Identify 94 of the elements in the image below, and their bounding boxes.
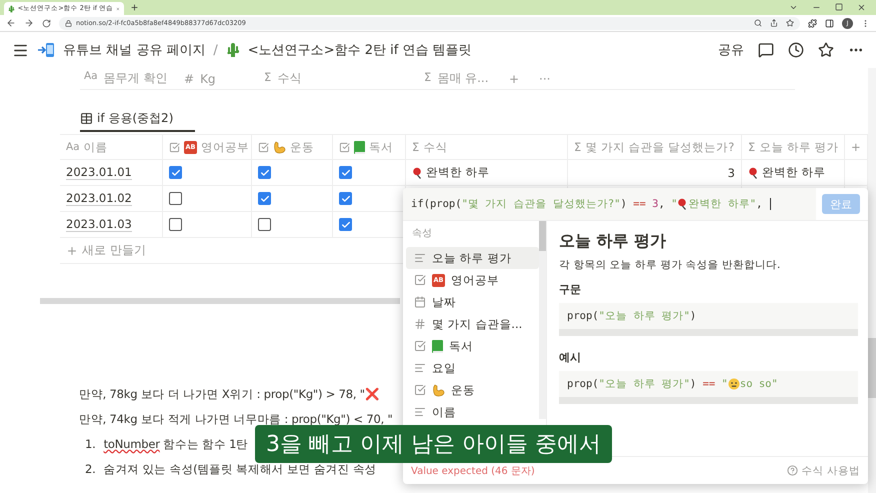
flexed-arm-icon bbox=[273, 140, 286, 154]
property-item[interactable]: 몇 가지 습관을... bbox=[406, 313, 539, 335]
breadcrumb-separator: / bbox=[213, 42, 218, 58]
close-icon[interactable] bbox=[857, 3, 866, 12]
extensions-icon[interactable] bbox=[808, 18, 817, 28]
maximize-icon[interactable] bbox=[835, 3, 843, 11]
formula-value: 완벽한 하루 bbox=[426, 165, 490, 180]
example-label: 예시 bbox=[559, 350, 582, 365]
column-type-icon: Σ bbox=[424, 70, 432, 87]
property-item[interactable]: 운동 bbox=[406, 379, 539, 401]
checkbox-icon bbox=[169, 142, 180, 152]
checkbox[interactable] bbox=[169, 166, 182, 179]
flexed-arm-icon bbox=[432, 384, 445, 396]
list-item-text: 숨겨져 있는 속성(템플릿 복제해서 보면 숨겨진 속성 bbox=[104, 461, 376, 477]
rating-value: 완벽한 하루 bbox=[762, 165, 826, 180]
history-icon[interactable] bbox=[788, 42, 804, 58]
property-item[interactable]: 날짜 bbox=[406, 291, 539, 313]
checkbox[interactable] bbox=[339, 218, 352, 231]
side-panel-icon[interactable] bbox=[825, 18, 834, 28]
back-icon[interactable] bbox=[6, 18, 16, 28]
bookmark-star-icon[interactable] bbox=[786, 19, 794, 27]
paragraph: 만약, 78kg 보다 더 나가면 X위기 : prop("Kg") > 78, "❌ bbox=[79, 386, 379, 402]
name-cell: 2023.01.02 bbox=[60, 186, 163, 212]
property-item[interactable]: 오늘 하루 평가 bbox=[406, 247, 539, 269]
column-type-icon: Aa bbox=[66, 141, 80, 153]
list-scrollbar[interactable] bbox=[539, 221, 546, 419]
checkbox-icon bbox=[414, 340, 426, 352]
list-item-text: toNumber 함수는 함수 1탄 bbox=[104, 436, 248, 452]
checkbox-icon bbox=[258, 142, 269, 152]
horizontal-scrollbar[interactable] bbox=[40, 298, 400, 304]
column-type-icon: Σ bbox=[264, 70, 272, 87]
property-title: 오늘 하루 평가 bbox=[559, 231, 668, 252]
hash-icon bbox=[414, 318, 426, 330]
checkbox[interactable] bbox=[169, 192, 182, 205]
checkbox-icon bbox=[414, 384, 426, 396]
book-icon bbox=[432, 340, 443, 352]
phone-arrow-icon bbox=[37, 42, 55, 58]
list-number: 1. bbox=[85, 436, 96, 452]
section-label: 속성 bbox=[411, 227, 433, 241]
checkbox[interactable] bbox=[258, 192, 271, 205]
property-item[interactable]: 요일 bbox=[406, 357, 539, 379]
column-type-icon: Aa bbox=[84, 70, 98, 87]
breadcrumb-link[interactable]: 유튜브 채널 공유 페이지 bbox=[63, 41, 206, 59]
syntax-code: prop("오늘 하루 평가") bbox=[559, 303, 858, 336]
view-tab[interactable]: if 응용(중첩2) bbox=[80, 107, 195, 132]
comment-icon[interactable] bbox=[758, 42, 774, 58]
pin-icon bbox=[677, 198, 688, 210]
checkbox-icon bbox=[339, 142, 350, 152]
smiley-icon bbox=[728, 378, 740, 390]
text-lines-icon bbox=[414, 406, 426, 418]
checkbox[interactable] bbox=[169, 218, 182, 231]
page-scrollbar[interactable] bbox=[868, 68, 876, 493]
help-icon bbox=[786, 465, 798, 476]
new-tab-icon[interactable] bbox=[130, 3, 139, 12]
pin-icon bbox=[748, 166, 759, 178]
table-icon bbox=[80, 112, 93, 125]
lock-icon bbox=[65, 20, 72, 26]
paragraph: 만약, 74kg 보다 적게 나가면 너무마름 : prop("Kg") < 70, " bbox=[79, 411, 393, 427]
zoom-icon[interactable] bbox=[754, 19, 762, 27]
reload-icon[interactable] bbox=[42, 18, 51, 28]
favorite-star-icon[interactable] bbox=[818, 42, 834, 58]
checkbox[interactable] bbox=[258, 218, 271, 231]
property-item[interactable]: 독서 bbox=[406, 335, 539, 357]
list-number: 2. bbox=[85, 461, 96, 477]
text-lines-icon bbox=[414, 362, 426, 374]
forward-icon[interactable] bbox=[24, 18, 34, 28]
checkbox-icon bbox=[414, 274, 426, 286]
example-code: prop("오늘 하루 평가") == " so so" bbox=[559, 371, 858, 404]
book-icon bbox=[354, 140, 365, 154]
column-type-icon: Σ bbox=[574, 140, 582, 154]
checkbox[interactable] bbox=[258, 166, 271, 179]
tab-search-icon[interactable] bbox=[789, 3, 798, 12]
text-lines-icon bbox=[414, 252, 426, 264]
plus-icon bbox=[66, 244, 78, 256]
checkbox[interactable] bbox=[339, 166, 352, 179]
error-message: Value expected (46 문자) bbox=[411, 464, 535, 478]
share-button[interactable]: 공유 bbox=[718, 41, 744, 59]
name-cell: 2023.01.01 bbox=[60, 160, 163, 186]
property-description: 각 항목의 오늘 하루 평가 속성을 반환합니다. bbox=[559, 258, 782, 272]
subtitle-overlay: 3을 빼고 이제 남은 아이들 중에서 bbox=[255, 425, 612, 463]
calendar-icon bbox=[414, 296, 426, 308]
cactus-icon bbox=[226, 42, 240, 58]
formula-input[interactable]: if(prop("몇 가지 습관을 달성했는가?") == 3, " 완벽한 하루", bbox=[403, 188, 816, 220]
pin-icon bbox=[412, 166, 423, 178]
checkbox[interactable] bbox=[339, 192, 352, 205]
property-item[interactable]: 이름 bbox=[406, 401, 539, 423]
column-type-icon: # bbox=[184, 72, 194, 86]
name-cell: 2023.01.03 bbox=[60, 212, 163, 238]
column-type-icon: Σ bbox=[748, 140, 756, 154]
share-icon[interactable] bbox=[770, 19, 778, 27]
breadcrumb-link[interactable]: <노션연구소>함수 2탄 if 연습 템플릿 bbox=[248, 41, 472, 59]
syntax-label: 구문 bbox=[559, 282, 582, 297]
count-cell: 3 bbox=[568, 160, 742, 186]
column-type-icon: Σ bbox=[412, 140, 420, 154]
